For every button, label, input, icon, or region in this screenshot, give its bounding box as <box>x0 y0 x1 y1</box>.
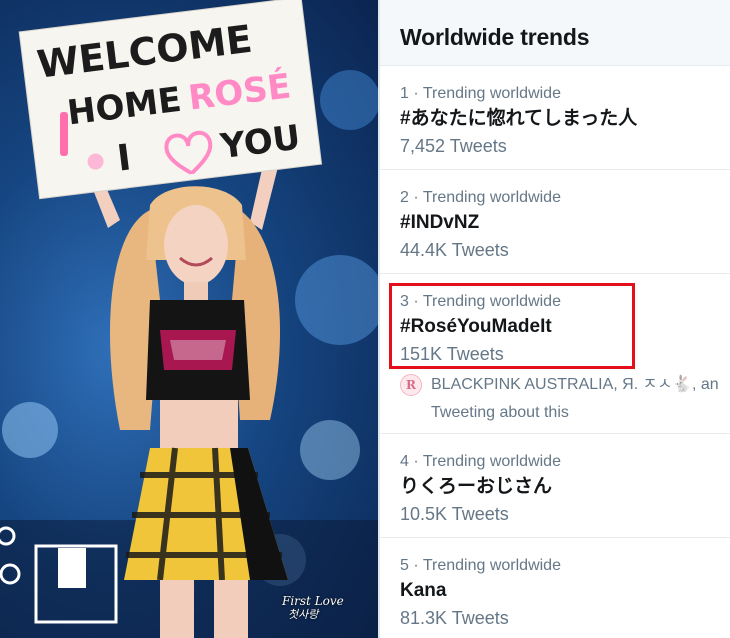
trends-header: Worldwide trends <box>380 0 730 66</box>
trend-name[interactable]: #あなたに惚れてしまった人 <box>400 106 730 132</box>
trend-name[interactable]: Kana <box>400 578 730 604</box>
avatar: R <box>400 374 422 396</box>
trend-item-2[interactable]: 2 · Trending worldwide #INDvNZ 44.4K Twe… <box>380 170 730 274</box>
concert-photo-illustration: WELCOME HOME ROSÉ I YOU <box>0 0 378 638</box>
concert-photo: WELCOME HOME ROSÉ I YOU First Love 첫사랑 <box>0 0 378 638</box>
trend-item-5[interactable]: 5 · Trending worldwide Kana 81.3K Tweets <box>380 538 730 638</box>
trend-name[interactable]: #INDvNZ <box>400 210 730 236</box>
trend-meta: 1 · Trending worldwide <box>400 85 561 102</box>
context-subtitle: Tweeting about this <box>431 404 569 421</box>
highlight-box <box>389 283 635 369</box>
trend-context[interactable]: R BLACKPINK AUSTRALIA, Я. ㅈㅅ🐇, an Tweeti… <box>400 374 719 424</box>
photo-watermark: First Love 첫사랑 <box>282 594 344 622</box>
context-accounts: BLACKPINK AUSTRALIA, Я. ㅈㅅ🐇, an <box>431 376 719 393</box>
trend-meta: 2 · Trending worldwide <box>400 189 561 206</box>
watermark-line-2: 첫사랑 <box>288 608 319 621</box>
trend-item-3[interactable]: 3 · Trending worldwide #RoséYouMadeIt 15… <box>380 274 730 434</box>
trend-item-1[interactable]: 1 · Trending worldwide #あなたに惚れてしまった人 7,4… <box>380 66 730 170</box>
trends-panel: Worldwide trends 1 · Trending worldwide … <box>380 0 730 638</box>
trend-meta: 5 · Trending worldwide <box>400 557 561 574</box>
trend-tweet-count: 81.3K Tweets <box>400 608 509 628</box>
trend-item-4[interactable]: 4 · Trending worldwide りくろーおじさん 10.5K Tw… <box>380 434 730 538</box>
trends-title: Worldwide trends <box>400 24 590 50</box>
trend-name[interactable]: りくろーおじさん <box>400 474 730 500</box>
trend-meta: 4 · Trending worldwide <box>400 453 561 470</box>
trend-tweet-count: 10.5K Tweets <box>400 504 509 524</box>
trend-tweet-count: 44.4K Tweets <box>400 240 509 260</box>
watermark-line-1: First Love <box>282 594 344 608</box>
trend-tweet-count: 7,452 Tweets <box>400 136 507 156</box>
